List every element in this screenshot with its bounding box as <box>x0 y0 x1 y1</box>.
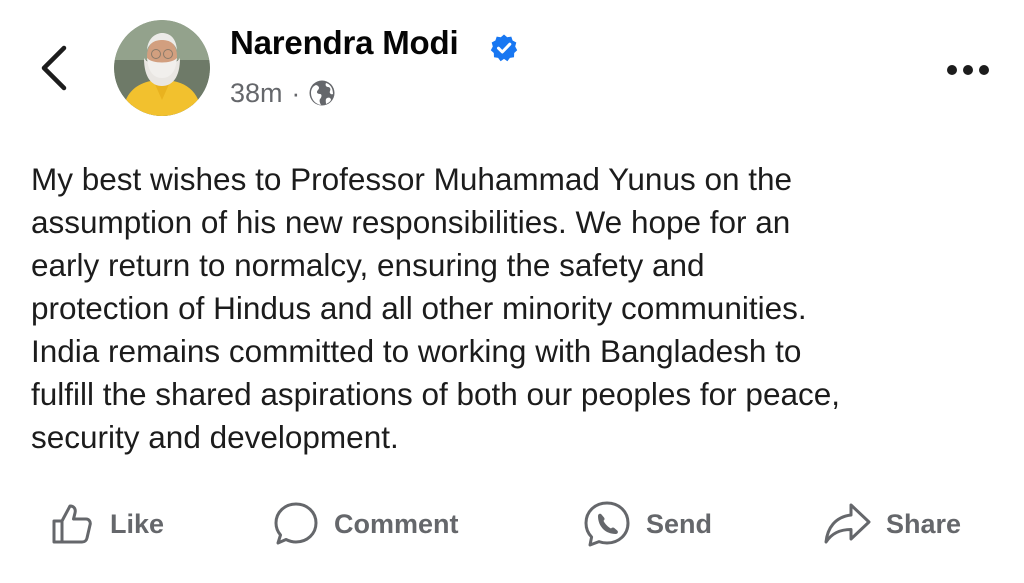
like-button[interactable]: Like <box>48 494 164 554</box>
globe-icon[interactable] <box>308 79 336 107</box>
verified-badge-icon <box>489 33 519 63</box>
like-label: Like <box>110 508 165 539</box>
share-arrow-icon <box>824 503 871 544</box>
comment-bubble-icon <box>274 502 318 545</box>
post-timestamp[interactable]: 38m <box>230 78 283 109</box>
meta-separator: · <box>291 77 301 108</box>
profile-photo <box>114 20 210 116</box>
messenger-icon <box>584 501 630 547</box>
thumbs-up-icon <box>52 504 92 544</box>
more-options-icon <box>947 65 989 75</box>
comment-label: Comment <box>334 508 459 539</box>
author-name[interactable]: Narendra Modi <box>230 24 459 62</box>
post-text: My best wishes to Professor Muhammad Yun… <box>31 161 841 455</box>
chevron-left-icon <box>41 45 67 91</box>
send-label: Send <box>646 508 713 539</box>
comment-button[interactable]: Comment <box>272 494 459 554</box>
send-button[interactable]: Send <box>582 494 712 554</box>
back-button[interactable] <box>34 42 74 94</box>
avatar[interactable] <box>114 20 210 116</box>
share-button[interactable]: Share <box>822 494 961 554</box>
post-meta: 38m · <box>230 76 336 110</box>
more-options-button[interactable] <box>940 50 996 90</box>
action-bar: Like Comment Send Share <box>0 494 1024 558</box>
share-label: Share <box>886 508 962 539</box>
